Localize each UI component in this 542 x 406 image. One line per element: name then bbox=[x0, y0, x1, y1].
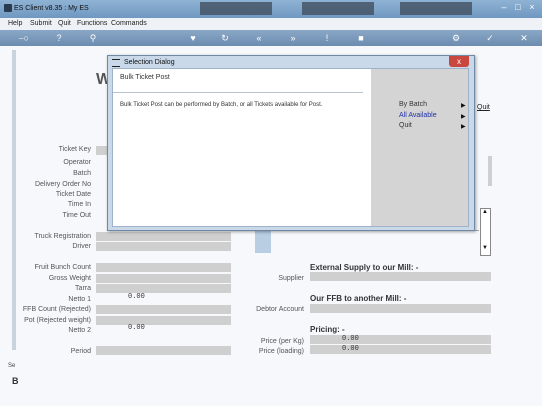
left-gutter bbox=[12, 50, 16, 350]
dialog-close-button[interactable]: x bbox=[449, 56, 469, 67]
menu-quit[interactable]: Quit bbox=[58, 18, 71, 30]
option-all-available[interactable]: All Available bbox=[399, 112, 437, 119]
time-in-label: Time In bbox=[67, 201, 91, 208]
status-partial-label: Se bbox=[8, 363, 16, 369]
period-field[interactable] bbox=[96, 346, 231, 355]
price-loading-value: 0.00 bbox=[342, 345, 359, 353]
settings-icon[interactable]: ⚙ bbox=[449, 30, 463, 46]
period-label: Period bbox=[70, 348, 91, 355]
time-out-label: Time Out bbox=[62, 212, 91, 219]
menu-submit[interactable]: Submit bbox=[30, 18, 52, 30]
minimize-icon[interactable]: – bbox=[497, 2, 511, 12]
price-per-kg-value: 0.00 bbox=[342, 335, 359, 343]
chevron-right-icon: ▶ bbox=[461, 114, 466, 120]
titlebar-tab-2 bbox=[302, 2, 374, 15]
tarra-label: Tarra bbox=[75, 285, 91, 292]
favorite-icon[interactable]: ♥ bbox=[186, 30, 200, 46]
supplier-field[interactable] bbox=[310, 272, 491, 281]
batch-label: Batch bbox=[73, 170, 91, 177]
fruit-bunch-count-label: Fruit Bunch Count bbox=[34, 264, 91, 271]
help-icon[interactable]: ? bbox=[52, 30, 66, 46]
menu-help[interactable]: Help bbox=[8, 18, 22, 30]
grid-selection bbox=[255, 229, 271, 253]
scroll-down-icon[interactable]: ▼ bbox=[482, 245, 488, 251]
dialog-title: Selection Dialog bbox=[124, 59, 175, 66]
menu-commands[interactable]: Commands bbox=[111, 18, 147, 30]
chevron-right-icon: ▶ bbox=[461, 103, 466, 109]
netto-1-label: Netto 1 bbox=[68, 296, 91, 303]
grid-edge bbox=[488, 156, 492, 186]
ffb-count-rejected-field[interactable] bbox=[96, 305, 231, 314]
truck-registration-field[interactable] bbox=[96, 232, 231, 241]
info-icon[interactable]: ! bbox=[320, 30, 334, 46]
quit-link[interactable]: Quit bbox=[477, 104, 490, 111]
ticket-date-label: Ticket Date bbox=[55, 191, 91, 198]
price-per-kg-label: Price (per Kg) bbox=[260, 338, 304, 345]
refresh-icon[interactable]: ↻ bbox=[218, 30, 232, 46]
ffb-to-mill-heading: Our FFB to another Mill: - bbox=[310, 294, 407, 303]
ffb-count-rejected-label: FFB Count (Rejected) bbox=[22, 306, 91, 313]
stop-icon[interactable]: ■ bbox=[354, 30, 368, 46]
external-supply-heading: External Supply to our Mill: - bbox=[310, 263, 419, 272]
app-title: ES Client v8.35 : My ES bbox=[14, 5, 89, 12]
app-icon bbox=[4, 4, 12, 12]
gross-weight-field[interactable] bbox=[96, 274, 231, 283]
pot-rejected-weight-label: Pot (Rejected weight) bbox=[24, 317, 91, 324]
option-by-batch[interactable]: By Batch bbox=[399, 101, 427, 108]
search-icon[interactable]: ⚲ bbox=[86, 30, 100, 46]
delivery-order-no-label: Delivery Order No bbox=[34, 181, 91, 188]
price-loading-field[interactable] bbox=[310, 345, 491, 354]
dialog-divider bbox=[113, 92, 363, 93]
ticket-key-label: Ticket Key bbox=[58, 146, 91, 153]
price-loading-label: Price (loading) bbox=[258, 348, 304, 355]
dialog-options-panel: By Batch ▶ All Available ▶ Quit ▶ bbox=[371, 69, 468, 226]
menu-functions[interactable]: Functions bbox=[77, 18, 107, 30]
pot-rejected-weight-field[interactable] bbox=[96, 316, 231, 325]
chevron-right-icon: ▶ bbox=[461, 124, 466, 130]
close-window-icon[interactable]: × bbox=[525, 2, 539, 12]
dialog-content: Bulk Ticket Post Bulk Ticket Post can be… bbox=[112, 68, 469, 227]
pricing-heading: Pricing: - bbox=[310, 325, 345, 334]
netto-2-value: 0.00 bbox=[128, 324, 145, 332]
supplier-label: Supplier bbox=[278, 275, 304, 282]
dialog-description: Bulk Ticket Post can be performed by Bat… bbox=[120, 102, 323, 108]
cancel-icon[interactable]: ✕ bbox=[517, 30, 531, 46]
maximize-icon[interactable]: □ bbox=[511, 2, 525, 12]
debtor-account-label: Debtor Account bbox=[256, 306, 304, 313]
dialog-menu-icon bbox=[112, 59, 120, 67]
driver-label: Driver bbox=[72, 243, 91, 250]
operator-label: Operator bbox=[63, 159, 91, 166]
dialog-heading: Bulk Ticket Post bbox=[120, 74, 170, 81]
titlebar-tab-1 bbox=[200, 2, 272, 15]
scroll-up-icon[interactable]: ▲ bbox=[482, 209, 488, 215]
fruit-bunch-count-field[interactable] bbox=[96, 263, 231, 272]
debtor-account-field[interactable] bbox=[310, 304, 491, 313]
back-icon[interactable]: « bbox=[252, 30, 266, 46]
driver-field[interactable] bbox=[96, 242, 231, 251]
confirm-icon[interactable]: ✓ bbox=[483, 30, 497, 46]
truck-registration-label: Truck Registration bbox=[34, 233, 91, 240]
price-per-kg-field[interactable] bbox=[310, 335, 491, 344]
netto-2-label: Netto 2 bbox=[68, 327, 91, 334]
status-partial-icon: B bbox=[12, 376, 19, 386]
gross-weight-label: Gross Weight bbox=[48, 275, 91, 282]
tarra-field[interactable] bbox=[96, 284, 231, 293]
forward-icon[interactable]: » bbox=[286, 30, 300, 46]
option-quit[interactable]: Quit bbox=[399, 122, 412, 129]
netto-1-value: 0.00 bbox=[128, 293, 145, 301]
titlebar-tab-3 bbox=[400, 2, 472, 15]
selection-dialog: Selection Dialog x Bulk Ticket Post Bulk… bbox=[107, 55, 475, 231]
key-icon[interactable]: ⎯○ bbox=[14, 30, 34, 46]
